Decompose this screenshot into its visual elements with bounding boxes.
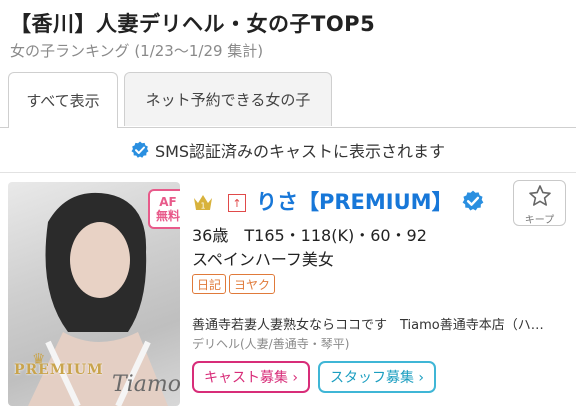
photo-shop-logo: Tiamo [112, 372, 180, 397]
shop-description[interactable]: 善通寺若妻人妻熟女ならココです Tiamo善通寺本店（ハ… [192, 314, 564, 333]
cast-catchphrase: スペインハーフ美女 [192, 250, 334, 269]
staff-recruit-button[interactable]: スタッフ募集 › [318, 361, 436, 393]
shop-genre: デリヘル(人妻/善通寺・琴平) [192, 337, 350, 351]
af-free-badge: AF 無料 [148, 189, 180, 229]
rank-crown-icon: 1 [194, 195, 212, 211]
keep-button[interactable]: キープ [513, 180, 566, 226]
cast-recruit-button[interactable]: キャスト募集 › [192, 361, 310, 393]
cast-photo[interactable]: AF 無料 ♛ PREMIUM Tiamo [8, 182, 180, 406]
tab-all[interactable]: すべて表示 [8, 72, 118, 128]
tab-net-reservation[interactable]: ネット予約できる女の子 [124, 72, 332, 126]
sms-notice: SMS認証済みのキャストに表示されます [0, 128, 576, 173]
photo-premium-logo: PREMIUM [14, 362, 104, 378]
keep-label: キープ [524, 215, 555, 226]
verified-check-icon [131, 141, 149, 158]
rank-up-icon: ↑ [228, 194, 246, 212]
verified-badge-icon [462, 190, 484, 211]
cast-stats: 36歳 T165・118(K)・60・92 [192, 226, 427, 245]
sms-notice-text: SMS認証済みのキャストに表示されます [154, 142, 446, 161]
svg-text:1: 1 [200, 202, 205, 211]
page-title: 【香川】人妻デリヘル・女の子TOP5 [10, 12, 376, 36]
cast-name[interactable]: りさ【PREMIUM】 [256, 186, 453, 216]
page-subtitle: 女の子ランキング (1/23～1/29 集計) [10, 42, 264, 60]
tag-diary[interactable]: 日記 [192, 274, 227, 294]
star-icon [529, 185, 551, 206]
tag-reservation[interactable]: ヨヤク [229, 274, 276, 294]
tab-bar: すべて表示 ネット予約できる女の子 [0, 72, 576, 128]
